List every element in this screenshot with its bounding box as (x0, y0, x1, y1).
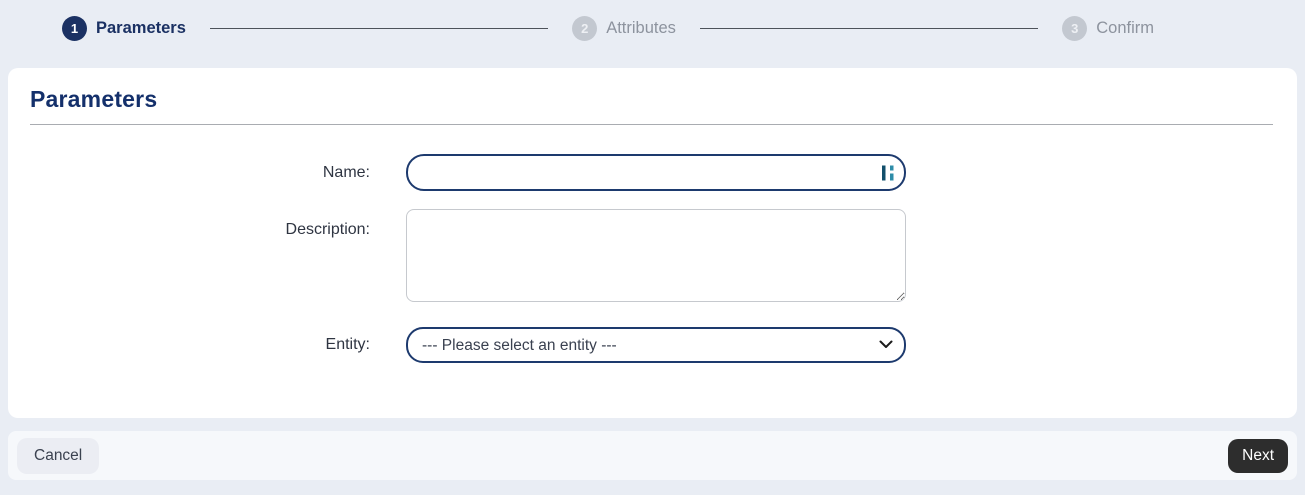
step-label: Parameters (96, 18, 186, 37)
title-divider (30, 124, 1273, 125)
stepper-connector-line (699, 27, 1039, 29)
entity-field-row: Entity: --- Please select an entity --- (22, 327, 1283, 363)
page-title: Parameters (30, 86, 158, 112)
stepper-step-parameters[interactable]: 1 Parameters (62, 15, 186, 41)
stepper-connector-line (209, 27, 549, 29)
step-number-badge: 3 (1062, 15, 1088, 41)
description-textarea[interactable] (406, 209, 906, 302)
step-number-badge: 2 (572, 15, 598, 41)
name-label: Name: (322, 163, 370, 181)
wizard-footer: Cancel Next (8, 431, 1297, 480)
description-label: Description: (285, 221, 370, 238)
wizard-stepper: 1 Parameters 2 Attributes 3 Confirm (0, 0, 1305, 56)
stepper-step-attributes[interactable]: 2 Attributes (572, 15, 676, 41)
step-label: Attributes (606, 18, 676, 37)
step-number-badge: 1 (62, 15, 87, 41)
step-label: Confirm (1096, 18, 1154, 37)
parameters-panel: Parameters Name: Description: Entity: --… (8, 68, 1297, 418)
parameters-form: Name: Description: Entity: --- Please se… (22, 154, 1283, 363)
name-field-row: Name: (22, 154, 1283, 191)
description-field-row: Description: (22, 209, 1283, 307)
entity-select[interactable]: --- Please select an entity --- (406, 327, 906, 363)
name-input[interactable] (406, 154, 906, 191)
entity-label: Entity: (325, 336, 370, 353)
stepper-step-confirm[interactable]: 3 Confirm (1062, 15, 1154, 41)
next-button[interactable]: Next (1228, 438, 1288, 473)
cancel-button[interactable]: Cancel (17, 437, 100, 474)
